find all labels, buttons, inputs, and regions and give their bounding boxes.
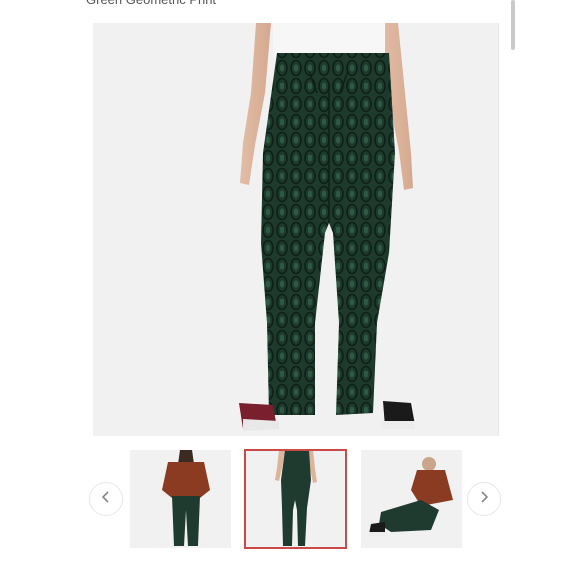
chevron-right-icon — [479, 490, 489, 509]
model-back-view-thumbnail — [245, 450, 346, 548]
next-image-button[interactable] — [467, 482, 501, 516]
model-back-view-illustration — [93, 23, 498, 436]
model-seated-thumbnail — [361, 450, 462, 548]
chevron-left-icon — [101, 490, 111, 509]
thumbnail-3[interactable] — [361, 450, 462, 548]
product-title: Green Geometric Print — [86, 0, 216, 8]
main-product-image[interactable] — [93, 23, 499, 436]
thumbnail-1[interactable] — [130, 450, 231, 548]
scrollbar-thumb[interactable] — [511, 0, 515, 50]
thumbnail-2-selected[interactable] — [244, 449, 347, 549]
previous-image-button[interactable] — [89, 482, 123, 516]
model-jacket-front-thumbnail — [130, 450, 231, 548]
